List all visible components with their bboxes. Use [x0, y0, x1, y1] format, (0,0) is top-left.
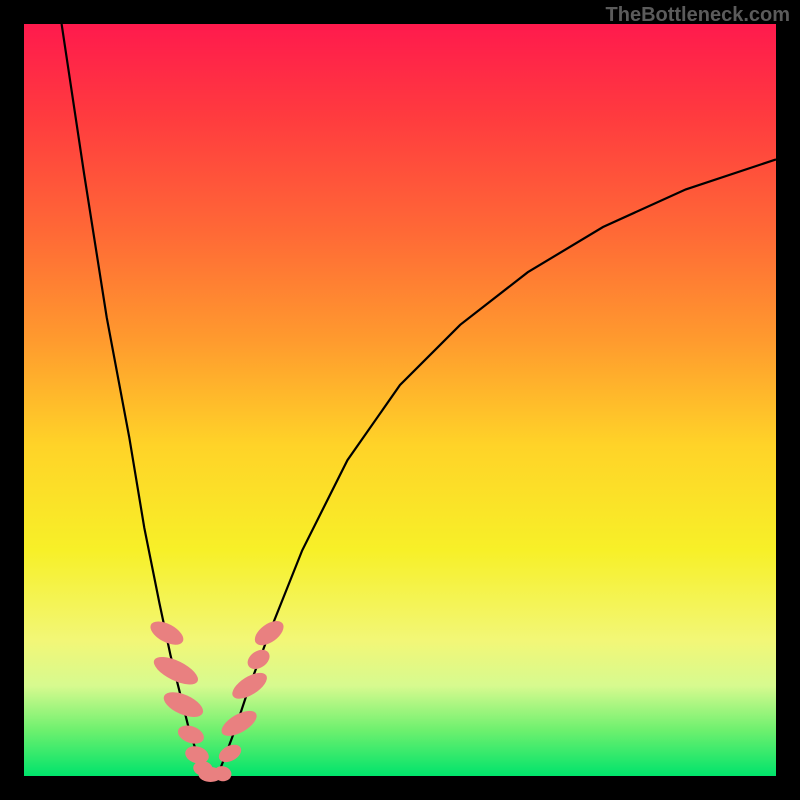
- bead: [175, 722, 206, 747]
- left-branch-curve: [62, 24, 207, 776]
- bead: [150, 651, 202, 690]
- bead: [251, 616, 288, 650]
- bead: [228, 668, 271, 704]
- bead: [147, 617, 187, 650]
- right-branch-curve: [217, 159, 776, 776]
- bead-markers: [147, 616, 288, 783]
- bead: [160, 687, 207, 722]
- outer-frame: TheBottleneck.com: [0, 0, 800, 800]
- bead: [244, 646, 273, 673]
- bead: [218, 706, 261, 741]
- curve-layer: [24, 24, 776, 776]
